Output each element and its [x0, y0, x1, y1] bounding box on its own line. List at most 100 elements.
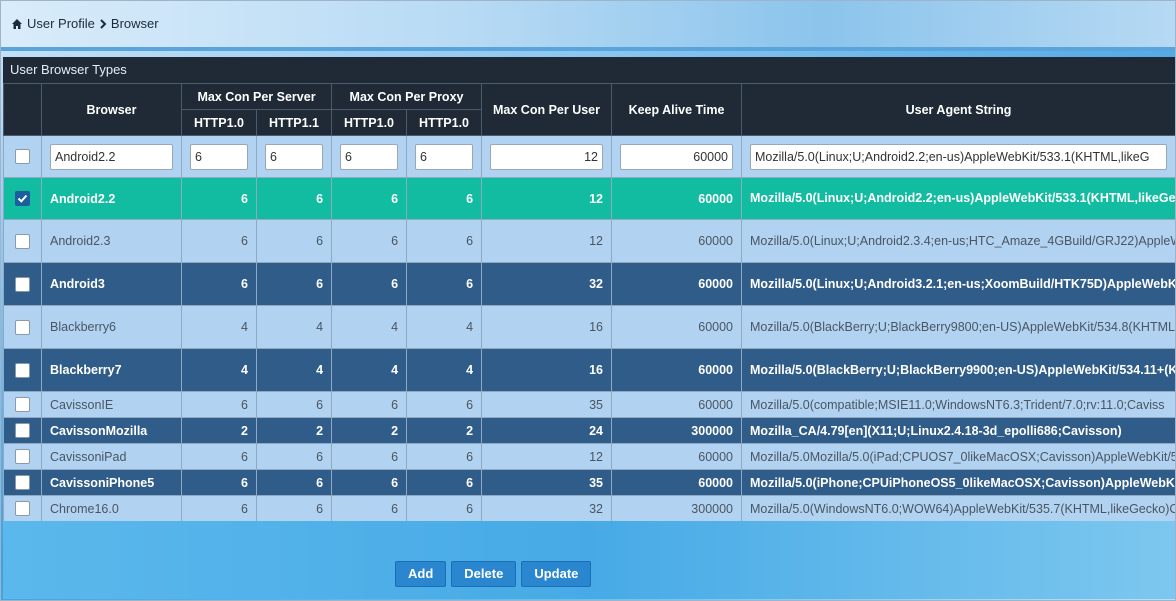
proxy-http11-cell: 6 — [406, 443, 483, 470]
user-agent-input[interactable] — [750, 143, 1168, 170]
server-http10-cell: 6 — [181, 443, 257, 470]
browser-name-cell: CavissoniPhone5 — [41, 469, 182, 496]
user-agent-cell: Mozilla/5.0(WindowsNT6.0;WOW64)AppleWebK… — [741, 495, 1175, 522]
server-http10-cell: 6 — [181, 495, 257, 522]
table-row[interactable]: Chrome16.0 6 6 6 6 32 300000 Mozilla/5.0(Window… — [3, 495, 1175, 522]
server-http11-input[interactable] — [265, 143, 324, 170]
delete-button[interactable]: Delete — [451, 561, 517, 587]
row-select — [3, 391, 42, 418]
user-agent-cell: Mozilla/5.0(BlackBerry;U;BlackBerry9800;… — [741, 305, 1175, 349]
max-con-user-cell: 32 — [481, 495, 613, 522]
browser-name-cell: Android2.3 — [41, 219, 182, 263]
server-http10-input[interactable] — [190, 143, 248, 170]
max-con-user-input[interactable] — [490, 143, 604, 170]
row-checkbox[interactable] — [15, 449, 30, 465]
proxy-http11-cell: 4 — [406, 305, 483, 349]
keep-alive-input[interactable] — [620, 143, 734, 170]
header-proxy-http10[interactable]: HTTP1.0 — [331, 109, 408, 136]
table-row[interactable]: Android2.2 6 6 6 6 12 60000 Mozilla/5.0(Linux;U… — [3, 177, 1175, 220]
table-row[interactable]: CavissonIE 6 6 6 6 35 60000 Mozilla/5.0(compati… — [3, 391, 1175, 418]
server-http10-cell: 6 — [181, 469, 257, 496]
row-checkbox[interactable] — [15, 319, 30, 335]
header-browser[interactable]: Browser — [41, 83, 182, 136]
proxy-http10-cell: 2 — [331, 417, 408, 444]
table-row[interactable]: Blackberry7 4 4 4 4 16 60000 Mozilla/5.0(BlackB… — [3, 348, 1175, 392]
add-button[interactable]: Add — [395, 561, 447, 587]
keep-alive-cell: 60000 — [611, 443, 743, 470]
header-server-http11[interactable]: HTTP1.1 — [255, 109, 333, 136]
footer-area — [3, 521, 1175, 599]
server-http10-cell: 4 — [181, 348, 257, 392]
max-con-user-cell: 16 — [481, 348, 613, 392]
user-agent-cell: Mozilla/5.0(compatible;MSIE11.0;WindowsN… — [741, 391, 1175, 418]
user-agent-cell: Mozilla/5.0(BlackBerry;U;BlackBerry9900;… — [741, 348, 1175, 392]
proxy-http11-cell: 2 — [406, 417, 483, 444]
update-button[interactable]: Update — [521, 561, 592, 587]
header-server-http10[interactable]: HTTP1.0 — [181, 109, 257, 136]
input-row-select — [3, 135, 42, 178]
server-http11-cell: 6 — [255, 177, 333, 220]
row-checkbox[interactable] — [15, 423, 30, 439]
browser-panel: User Profile Browser User Browser Types … — [0, 0, 1176, 601]
header-max-con-user[interactable]: Max Con Per User — [481, 83, 613, 136]
row-checkbox[interactable] — [15, 501, 30, 517]
input-row-checkbox[interactable] — [15, 149, 30, 165]
proxy-http11-cell: 6 — [406, 177, 483, 220]
keep-alive-cell: 300000 — [611, 495, 743, 522]
max-con-user-cell: 12 — [481, 443, 613, 470]
browser-name-cell: CavissonIE — [41, 391, 182, 418]
row-checkbox[interactable] — [15, 233, 30, 249]
keep-alive-cell: 60000 — [611, 391, 743, 418]
proxy-http11-cell: 6 — [406, 391, 483, 418]
browser-name-cell: Chrome16.0 — [41, 495, 182, 522]
proxy-http10-cell: 6 — [331, 219, 408, 263]
table-row[interactable]: CavissonMozilla 2 2 2 2 24 300000 Mozilla_CA/4.… — [3, 417, 1175, 444]
user-agent-cell: Mozilla/5.0(iPhone;CPUiPhoneOS5_0likeMac… — [741, 469, 1175, 496]
breadcrumb: User Profile Browser — [11, 16, 159, 31]
browser-table: Browser Max Con Per Server Max Con Per P… — [3, 83, 1175, 522]
user-agent-cell: Mozilla/5.0Mozilla/5.0(iPad;CPUOS7_0like… — [741, 443, 1175, 470]
row-checkbox[interactable] — [15, 475, 30, 491]
table-row[interactable]: Android2.3 6 6 6 6 12 60000 Mozilla/5.0(Linux;U… — [3, 219, 1175, 263]
proxy-http10-cell: 6 — [331, 391, 408, 418]
header-keep-alive[interactable]: Keep Alive Time — [611, 83, 743, 136]
breadcrumb-user-profile[interactable]: User Profile — [27, 16, 95, 31]
table-row[interactable]: Blackberry6 4 4 4 4 16 60000 Mozilla/5.0(BlackB… — [3, 305, 1175, 349]
table-row[interactable]: CavissoniPad 6 6 6 6 12 60000 Mozilla/5.0Mozill… — [3, 443, 1175, 470]
browser-name-cell: Android3 — [41, 262, 182, 306]
table-row[interactable]: Android3 6 6 6 6 32 60000 Mozilla/5.0(Linux;U;A… — [3, 262, 1175, 306]
server-http11-cell: 2 — [255, 417, 333, 444]
server-http10-cell: 4 — [181, 305, 257, 349]
server-http10-cell: 6 — [181, 177, 257, 220]
browser-name-cell: Blackberry7 — [41, 348, 182, 392]
row-checkbox[interactable] — [15, 276, 30, 292]
row-select — [3, 219, 42, 263]
proxy-http11-input[interactable] — [415, 143, 474, 170]
server-http11-cell: 6 — [255, 495, 333, 522]
header-select — [3, 83, 42, 136]
header-user-agent[interactable]: User Agent String — [741, 83, 1175, 136]
max-con-user-cell: 32 — [481, 262, 613, 306]
home-icon — [12, 18, 22, 29]
row-checkbox[interactable] — [15, 191, 30, 207]
proxy-http10-input[interactable] — [340, 143, 399, 170]
row-checkbox[interactable] — [15, 397, 30, 413]
keep-alive-cell: 60000 — [611, 262, 743, 306]
browser-name-input[interactable] — [50, 143, 173, 170]
row-checkbox[interactable] — [15, 362, 30, 378]
proxy-http11-cell: 6 — [406, 469, 483, 496]
max-con-user-cell: 12 — [481, 177, 613, 220]
browser-name-cell: CavissonMozilla — [41, 417, 182, 444]
table-row[interactable]: CavissoniPhone5 6 6 6 6 35 60000 Mozilla/5.0(iP… — [3, 469, 1175, 496]
header-proxy-http11[interactable]: HTTP1.0 — [406, 109, 483, 136]
server-http11-cell: 4 — [255, 305, 333, 349]
proxy-http10-cell: 6 — [331, 177, 408, 220]
keep-alive-cell: 60000 — [611, 469, 743, 496]
row-select — [3, 495, 42, 522]
row-select — [3, 443, 42, 470]
server-http10-cell: 6 — [181, 262, 257, 306]
keep-alive-cell: 60000 — [611, 348, 743, 392]
action-buttons: Add Delete Update — [395, 561, 592, 587]
input-row — [3, 135, 1175, 178]
section-title: User Browser Types — [3, 57, 1175, 83]
